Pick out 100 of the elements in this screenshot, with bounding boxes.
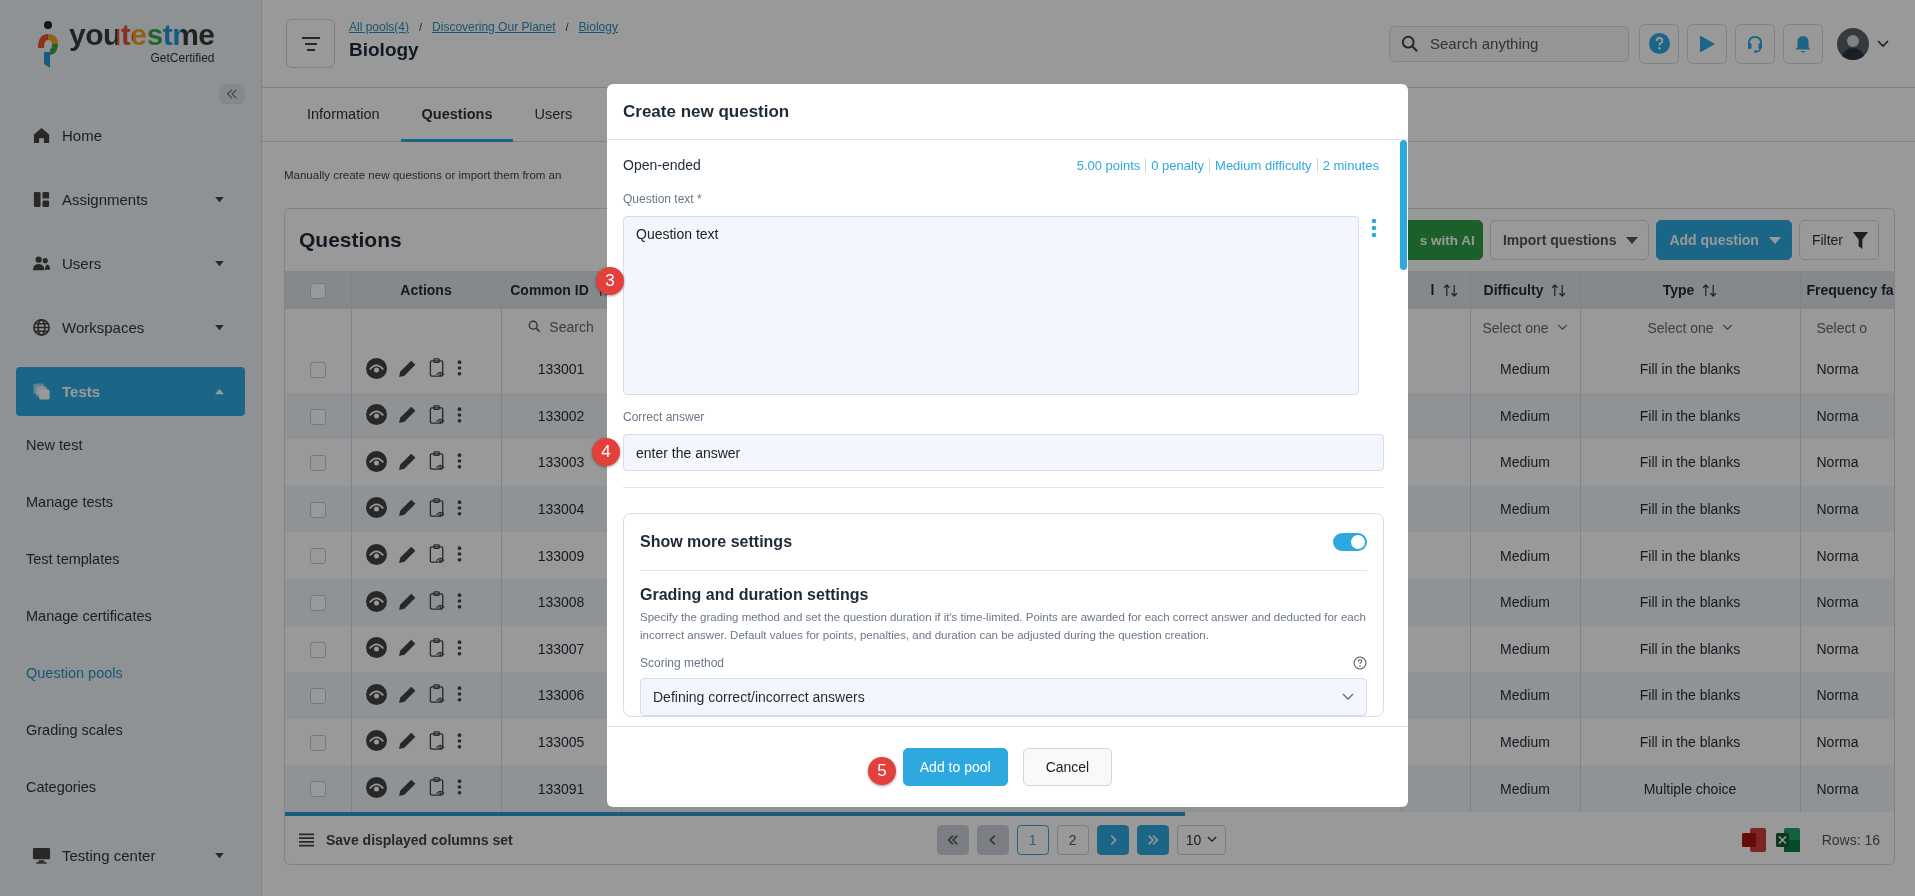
eye-icon[interactable]	[365, 637, 387, 659]
checkbox[interactable]	[309, 641, 326, 658]
kebab-icon[interactable]	[456, 452, 462, 471]
column-filter-dropdown[interactable]: Select one	[1482, 319, 1568, 336]
chevron-down-icon[interactable]	[1877, 39, 1889, 48]
section-description: Specify the grading method and set the question duration if it's time-limited. Points are awarded for each correct answer and deducted for each incorrect answer. Default values for points, penalties, and duration can be adjusted during the question creation.	[640, 610, 1367, 643]
breadcrumb-link[interactable]: All pools(4)	[349, 20, 410, 34]
column-filter-dropdown[interactable]: Select o	[1816, 319, 1868, 336]
eye-icon[interactable]	[365, 543, 387, 565]
toggle-switch[interactable]	[1333, 533, 1367, 551]
clipboard-icon[interactable]	[427, 636, 447, 659]
sidebar-subitem[interactable]: Manage certificates	[16, 587, 152, 644]
cancel-button[interactable]: Cancel	[1022, 748, 1113, 786]
kebab-icon[interactable]	[456, 359, 462, 378]
page-button[interactable]: 2	[1056, 824, 1089, 855]
sidebar-subitem[interactable]: New test	[16, 416, 83, 473]
meta-link[interactable]: Medium difficulty	[1209, 157, 1317, 173]
save-columns-link[interactable]: Save displayed columns set	[326, 831, 513, 848]
search-icon	[1401, 34, 1419, 53]
help-icon[interactable]	[1353, 656, 1367, 670]
tab[interactable]: Questions	[400, 88, 514, 142]
pencil-icon[interactable]	[396, 497, 418, 519]
checkbox[interactable]	[309, 734, 326, 751]
table-cell: Medium	[1470, 578, 1580, 626]
checkbox[interactable]	[309, 408, 326, 425]
kebab-icon[interactable]	[456, 731, 462, 750]
clipboard-icon[interactable]	[427, 450, 447, 473]
kebab-icon[interactable]	[456, 638, 462, 657]
checkbox[interactable]	[309, 548, 326, 565]
column-filter-dropdown[interactable]: Select one	[1647, 319, 1733, 336]
pencil-icon[interactable]	[396, 730, 418, 752]
sidebar-item[interactable]: Home	[16, 111, 245, 160]
question-text-area[interactable]: Question text	[623, 216, 1359, 395]
breadcrumb-link[interactable]: Biology	[578, 20, 618, 34]
sidebar-subitem[interactable]: Test templates	[16, 530, 120, 587]
clipboard-icon[interactable]	[427, 776, 447, 799]
clipboard-icon[interactable]	[427, 543, 447, 566]
eye-icon[interactable]	[365, 357, 387, 379]
vertical-scrollbar[interactable]	[1400, 140, 1407, 270]
sidebar-item[interactable]: Users	[16, 239, 245, 288]
horizontal-scrollbar[interactable]	[285, 811, 1185, 816]
eye-icon[interactable]	[365, 776, 387, 798]
sidebar-subitem[interactable]: Categories	[16, 758, 97, 815]
kebab-icon[interactable]	[1371, 218, 1377, 238]
checkbox[interactable]	[309, 501, 326, 518]
checkbox[interactable]	[309, 594, 326, 611]
meta-link[interactable]: 5.00 points	[1071, 157, 1146, 173]
excel-export-icon[interactable]	[1775, 827, 1800, 852]
breadcrumb-link[interactable]: Discovering Our Planet	[432, 20, 556, 34]
kebab-icon[interactable]	[456, 405, 462, 424]
sidebar-subitem[interactable]: Grading scales	[16, 701, 123, 758]
sidebar-subitem[interactable]: Manage tests	[16, 473, 114, 530]
tab[interactable]: Information	[286, 88, 401, 142]
help-icon	[1648, 33, 1670, 54]
sort-icon[interactable]	[1442, 283, 1458, 297]
meta-link[interactable]: 0 penalty	[1145, 157, 1210, 173]
eye-icon[interactable]	[365, 404, 387, 426]
toolbar-button[interactable]: Import questions	[1489, 220, 1650, 260]
sidebar-item[interactable]: Assignments	[16, 175, 245, 224]
scoring-method-dropdown[interactable]: Defining correct/incorrect answers	[640, 678, 1367, 716]
kebab-icon[interactable]	[456, 545, 462, 564]
eye-icon[interactable]	[365, 683, 387, 705]
checkbox[interactable]	[309, 781, 326, 798]
sort-icon[interactable]	[1551, 283, 1567, 297]
pencil-icon[interactable]	[396, 404, 418, 426]
kebab-icon[interactable]	[456, 498, 462, 517]
pencil-icon[interactable]	[396, 637, 418, 659]
clipboard-icon[interactable]	[427, 590, 447, 612]
meta-link[interactable]: 2 minutes	[1316, 157, 1384, 173]
clipboard-icon[interactable]	[427, 729, 447, 752]
avatar[interactable]	[1837, 27, 1869, 60]
collapse-button[interactable]	[219, 84, 245, 104]
table-cell: Norma	[1800, 439, 1894, 486]
kebab-icon[interactable]	[456, 778, 462, 797]
clipboard-icon[interactable]	[427, 403, 447, 426]
clipboard-icon[interactable]	[427, 683, 447, 706]
filter-button[interactable]: Filter	[1798, 220, 1879, 260]
tab[interactable]: Users	[513, 88, 594, 142]
menu-button[interactable]	[286, 19, 335, 68]
eye-icon[interactable]	[365, 590, 387, 612]
eye-icon[interactable]	[365, 497, 387, 519]
clipboard-icon[interactable]	[427, 496, 447, 519]
checkbox[interactable]	[309, 455, 326, 472]
checkbox[interactable]	[309, 361, 326, 378]
page-size-dropdown[interactable]: 10	[1176, 824, 1227, 855]
kebab-icon[interactable]	[456, 592, 462, 610]
table-cell: Medium	[1470, 532, 1580, 579]
sort-icon[interactable]	[1702, 283, 1718, 297]
column-search-field[interactable]: Search	[528, 318, 594, 335]
eye-icon[interactable]	[365, 450, 387, 472]
pdf-export-icon[interactable]	[1741, 827, 1766, 852]
kebab-icon[interactable]	[456, 685, 462, 704]
sidebar-item[interactable]: Workspaces	[16, 303, 245, 352]
checkbox[interactable]	[309, 688, 326, 705]
eye-icon[interactable]	[365, 730, 387, 752]
clipboard-icon[interactable]	[427, 357, 447, 380]
sidebar-item[interactable]: Testing center	[16, 831, 245, 880]
search-field[interactable]: Search anything	[1389, 25, 1629, 62]
answer-field[interactable]: enter the answer	[623, 434, 1384, 471]
checkbox[interactable]	[309, 282, 326, 299]
